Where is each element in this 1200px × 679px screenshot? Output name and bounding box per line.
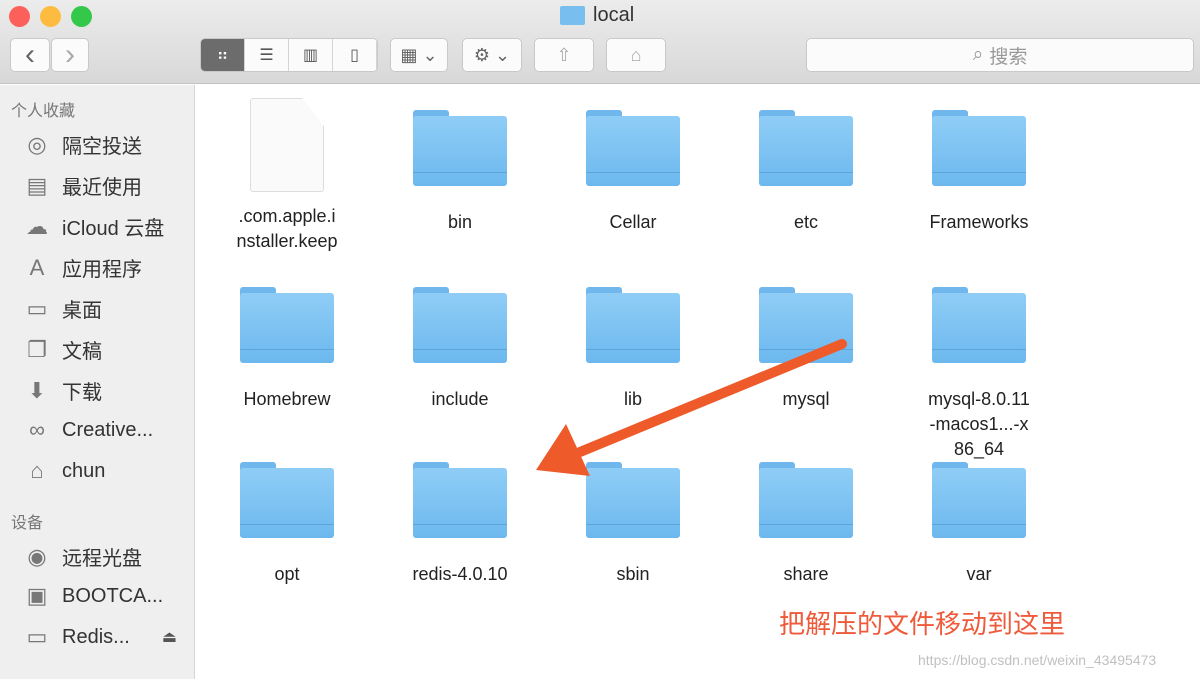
annotation-arrow <box>536 339 847 476</box>
watermark: https://blog.csdn.net/weixin_43495473 <box>918 652 1157 668</box>
annotation-text: 把解压的文件移动到这里 <box>779 609 1066 639</box>
